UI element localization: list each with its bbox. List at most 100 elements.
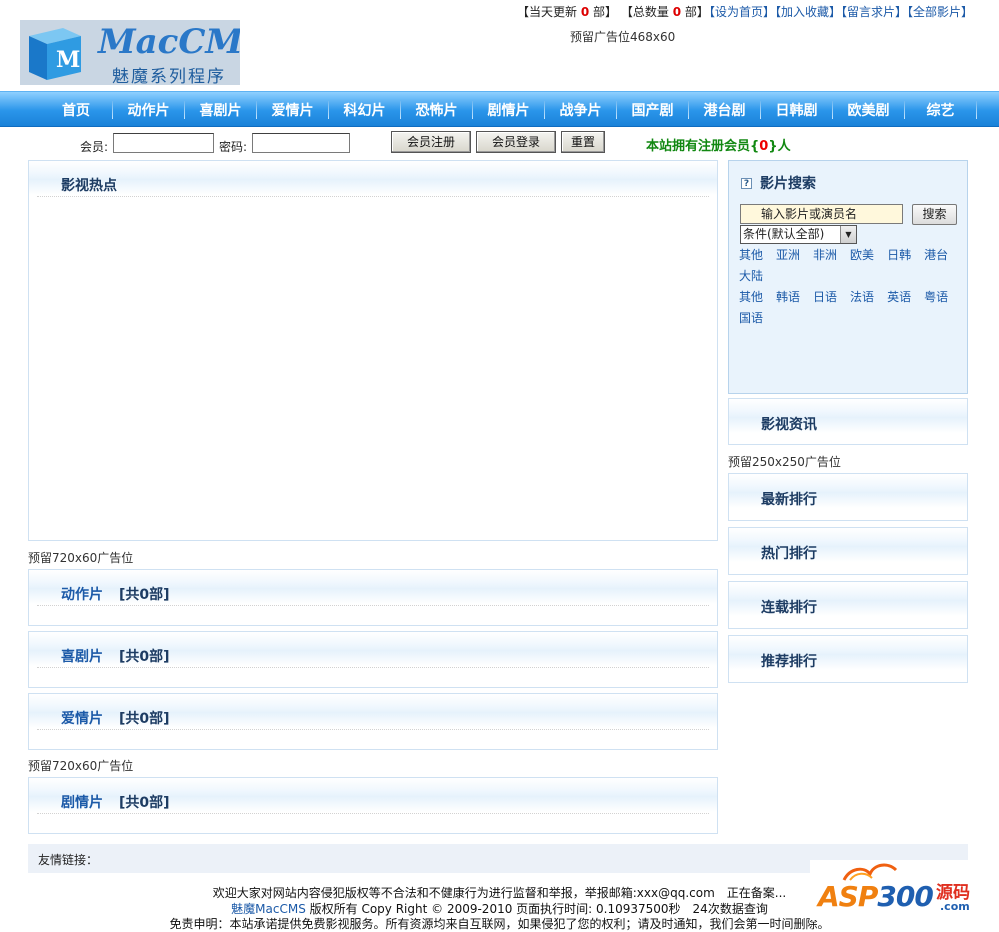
nav-item-comedy[interactable]: 喜剧片 [185, 100, 256, 120]
category-title-action[interactable]: 动作片 [61, 587, 103, 603]
ad-placeholder-720-b: 预留720x60广告位 [28, 759, 134, 773]
nav-item-variety[interactable]: 综艺 [905, 100, 976, 120]
category-count-drama: [共0部] [119, 795, 170, 811]
category-section-romance: 爱情片 [共0部] [28, 693, 718, 750]
chevron-down-icon: ▼ [840, 226, 856, 243]
category-title-romance[interactable]: 爱情片 [61, 711, 103, 727]
site-logo[interactable]: M MacCMS 魅魔系列程序 [20, 20, 240, 85]
watermark-com: .com [940, 900, 970, 913]
flame-icon [842, 863, 898, 881]
login-bar: 会员: 密码: 会员注册 会员登录 重置 本站拥有注册会员{0}人 [0, 128, 999, 158]
rank-recommend-title: 推荐排行 [761, 654, 817, 670]
rank-hot-title: 热门排行 [761, 546, 817, 562]
tag-region-asia[interactable]: 亚洲 [776, 248, 800, 262]
logo-subtitle: 魅魔系列程序 [112, 67, 226, 85]
rank-serial-title: 连载排行 [761, 600, 817, 616]
condition-select[interactable]: 条件(默认全部) ▼ [740, 225, 857, 244]
category-title-comedy[interactable]: 喜剧片 [61, 649, 103, 665]
category-section-comedy: 喜剧片 [共0部] [28, 631, 718, 688]
tag-lang-other[interactable]: 其他 [739, 290, 763, 304]
search-title-text: 影片搜索 [760, 176, 816, 192]
total-count: 0 [672, 5, 682, 19]
search-panel: ? 影片搜索 输入影片或演员名 搜索 条件(默认全部) ▼ 其他 亚洲 非洲 欧美 日韩 港台… [728, 160, 968, 394]
password-input[interactable] [252, 133, 350, 153]
rank-recommend-section: 推荐排行 [728, 635, 968, 683]
nav-item-horror[interactable]: 恐怖片 [401, 100, 472, 120]
rank-hot-section: 热门排行 [728, 527, 968, 575]
nav-item-domestic-series[interactable]: 国产剧 [617, 100, 688, 120]
nav-item-war[interactable]: 战争片 [545, 100, 616, 120]
total-suffix: 部】 [684, 5, 709, 19]
password-label: 密码: [219, 140, 248, 154]
ad-placeholder-720-a: 预留720x60广告位 [28, 551, 134, 565]
tag-lang-english[interactable]: 英语 [887, 290, 911, 304]
members-count: 0 [759, 139, 769, 154]
region-tags: 其他 亚洲 非洲 欧美 日韩 港台 大陆 [739, 245, 963, 287]
category-section-drama: 剧情片 [共0部] [28, 777, 718, 834]
nav-item-action[interactable]: 动作片 [113, 100, 184, 120]
search-button[interactable]: 搜索 [912, 204, 957, 225]
nav-item-hk-tw-series[interactable]: 港台剧 [689, 100, 760, 120]
nav-item-home[interactable]: 首页 [40, 100, 112, 120]
watermark-text: ASP300 [818, 880, 934, 913]
tag-lang-french[interactable]: 法语 [850, 290, 874, 304]
today-update-prefix: 【当天更新 [517, 5, 578, 19]
tag-lang-cantonese[interactable]: 粤语 [924, 290, 948, 304]
search-title: ? 影片搜索 [741, 173, 816, 193]
today-update-count: 0 [580, 5, 590, 19]
nav-item-scifi[interactable]: 科幻片 [329, 100, 400, 120]
tag-lang-korean[interactable]: 韩语 [776, 290, 800, 304]
ad-placeholder-250: 预留250x250广告位 [728, 455, 841, 469]
watermark-asp: ASP [818, 880, 878, 913]
news-title: 影视资讯 [761, 417, 817, 433]
rank-latest-title: 最新排行 [761, 492, 817, 508]
main-nav: 首页 动作片 喜剧片 爱情片 科幻片 恐怖片 剧情片 战争片 国产剧 港台剧 日… [0, 91, 999, 127]
member-label: 会员: [80, 140, 109, 154]
tag-region-hk-tw[interactable]: 港台 [924, 248, 948, 262]
tag-region-west[interactable]: 欧美 [850, 248, 874, 262]
login-button[interactable]: 会员登录 [476, 131, 556, 153]
top-links: 【当天更新 0 部】 【总数量 0 部】【设为首页】【加入收藏】【留言求片】【全… [517, 3, 973, 20]
all-movies-link[interactable]: 【全部影片】 [907, 5, 973, 19]
category-count-action: [共0部] [119, 587, 170, 603]
rank-latest-section: 最新排行 [728, 473, 968, 521]
nav-item-jp-kr-series[interactable]: 日韩剧 [761, 100, 832, 120]
asp300-watermark: ASP300 源码 .com [810, 860, 980, 920]
news-section: 影视资讯 [728, 398, 968, 445]
category-count-comedy: [共0部] [119, 649, 170, 665]
today-update-suffix: 部】 [593, 5, 618, 19]
language-tags: 其他 韩语 日语 法语 英语 粤语 国语 [739, 287, 963, 329]
nav-item-drama[interactable]: 剧情片 [473, 100, 544, 120]
hot-section-title: 影视热点 [61, 178, 117, 194]
tag-lang-japanese[interactable]: 日语 [813, 290, 837, 304]
set-homepage-link[interactable]: 【设为首页】 [709, 5, 775, 19]
tag-region-jp-kr[interactable]: 日韩 [887, 248, 911, 262]
nav-item-romance[interactable]: 爱情片 [257, 100, 328, 120]
help-icon: ? [741, 178, 752, 189]
request-movie-link[interactable]: 【留言求片】 [841, 5, 907, 19]
member-input[interactable] [113, 133, 214, 153]
search-input[interactable]: 输入影片或演员名 [740, 204, 903, 224]
footer-copyright-text: 版权所有 Copy Right © 2009-2010 页面执行时间: 0.10… [305, 902, 768, 916]
svg-text:M: M [56, 47, 80, 73]
tag-lang-mandarin[interactable]: 国语 [739, 311, 763, 325]
ad-placeholder-468: 预留广告位468x60 [570, 30, 676, 44]
footer-brand-link[interactable]: 魅魔MacCMS [231, 902, 306, 916]
watermark-300: 300 [877, 880, 933, 913]
category-title-drama[interactable]: 剧情片 [61, 795, 103, 811]
rank-serial-section: 连载排行 [728, 581, 968, 629]
register-button[interactable]: 会员注册 [391, 131, 471, 153]
reset-button[interactable]: 重置 [561, 131, 605, 153]
hot-section: 影视热点 [28, 160, 718, 541]
total-prefix: 【总数量 [620, 5, 669, 19]
condition-select-value: 条件(默认全部) [743, 227, 825, 241]
nav-item-western-series[interactable]: 欧美剧 [833, 100, 904, 120]
tag-region-other[interactable]: 其他 [739, 248, 763, 262]
tag-region-mainland[interactable]: 大陆 [739, 269, 763, 283]
member-count-text: 本站拥有注册会员{0}人 [646, 135, 791, 154]
members-suffix: }人 [768, 139, 791, 154]
category-section-action: 动作片 [共0部] [28, 569, 718, 626]
add-favorite-link[interactable]: 【加入收藏】 [775, 5, 841, 19]
members-prefix: 本站拥有注册会员{ [646, 139, 760, 154]
tag-region-africa[interactable]: 非洲 [813, 248, 837, 262]
